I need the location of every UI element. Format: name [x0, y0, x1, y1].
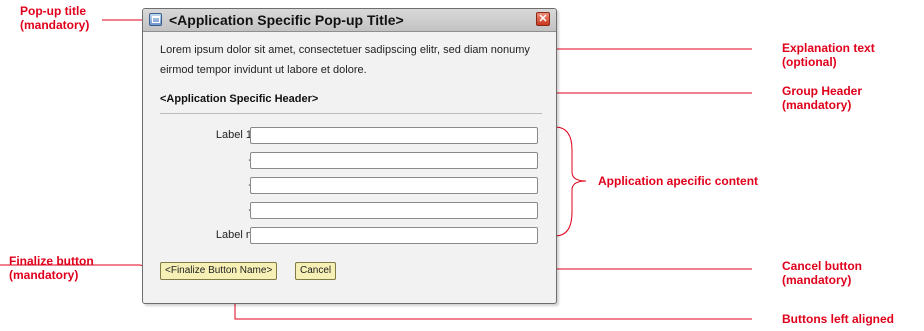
- form-row: -: [160, 177, 560, 196]
- annotation-group-header-line1: Group Header: [782, 84, 863, 98]
- annotation-buttons-left: Buttons left aligned: [782, 312, 894, 326]
- dialog-title: <Application Specific Pop-up Title>: [169, 12, 404, 28]
- group-header: <Application Specific Header>: [160, 93, 319, 105]
- annotation-explanation-line2: (optional): [782, 55, 837, 69]
- annotation-popup-title-line2: (mandatory): [20, 18, 90, 32]
- application-icon: [149, 13, 162, 26]
- annotation-cancel-line2: (mandatory): [782, 273, 852, 287]
- form-row: -: [160, 152, 560, 171]
- annotation-finalize-line2: (mandatory): [9, 268, 79, 282]
- form-row: Label 1: [160, 127, 560, 146]
- annotation-finalize: Finalize button (mandatory): [9, 254, 94, 282]
- text-field-4[interactable]: [250, 202, 538, 219]
- popup-dialog: <Application Specific Pop-up Title> ✕ Lo…: [142, 8, 557, 304]
- field-label: Label 1: [215, 129, 252, 141]
- field-label: Label n: [215, 229, 252, 241]
- dialog-titlebar[interactable]: <Application Specific Pop-up Title> ✕: [143, 9, 556, 32]
- annotation-finalize-line1: Finalize button: [9, 254, 94, 268]
- group-header-divider: [160, 113, 542, 114]
- annotation-popup-title: Pop-up title (mandatory): [20, 4, 89, 32]
- annotation-app-content-line: Application apecific content: [598, 174, 759, 188]
- cancel-button[interactable]: Cancel: [295, 262, 337, 280]
- finalize-button[interactable]: <Finalize Button Name>: [160, 262, 278, 280]
- dialog-content: Lorem ipsum dolor sit amet, consectetuer…: [160, 40, 542, 244]
- text-field-n[interactable]: [250, 227, 538, 244]
- annotation-cancel-line1: Cancel button: [782, 259, 862, 273]
- form-row: -: [160, 202, 560, 221]
- close-icon[interactable]: ✕: [536, 12, 550, 26]
- annotation-group-header-line2: (mandatory): [782, 98, 852, 112]
- text-field-2[interactable]: [250, 152, 538, 169]
- annotation-explanation-line1: Explanation text: [782, 41, 875, 55]
- text-field-3[interactable]: [250, 177, 538, 194]
- annotation-explanation: Explanation text (optional): [782, 41, 875, 69]
- annotation-cancel: Cancel button (mandatory): [782, 259, 862, 287]
- annotation-group-header: Group Header (mandatory): [782, 84, 862, 112]
- annotation-popup-title-line1: Pop-up title: [20, 4, 86, 18]
- explanation-text: Lorem ipsum dolor sit amet, consectetuer…: [160, 44, 530, 76]
- annotation-buttons-left-line: Buttons left aligned: [782, 312, 894, 326]
- form-row: Label n: [160, 227, 560, 246]
- annotation-app-content: Application apecific content: [598, 174, 758, 188]
- text-field-1[interactable]: [250, 127, 538, 144]
